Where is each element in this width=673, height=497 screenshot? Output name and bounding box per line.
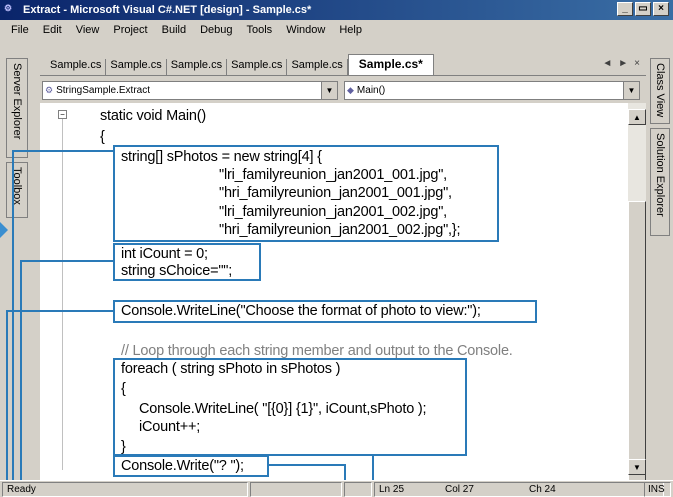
callout-line xyxy=(12,150,114,152)
code-line: { xyxy=(100,129,105,145)
vertical-scrollbar[interactable]: ▲ ▼ xyxy=(628,103,646,497)
callout-line xyxy=(20,260,114,262)
code-comment: // Loop through each string member and o… xyxy=(121,343,513,359)
doc-tab[interactable]: Sample.cs xyxy=(287,59,348,75)
tab-scroll-left-icon[interactable]: ◄ xyxy=(602,58,612,69)
document-tab-strip: Sample.cs Sample.cs Sample.cs Sample.cs … xyxy=(40,54,646,76)
status-mode: INS xyxy=(644,482,671,497)
solution-explorer-tab[interactable]: Solution Explorer xyxy=(650,128,670,236)
scroll-down-icon[interactable]: ▼ xyxy=(628,459,646,475)
status-ch: Ch 24 xyxy=(529,484,556,495)
member-selector-value: Main() xyxy=(356,85,386,96)
status-ready: Ready xyxy=(2,482,248,497)
code-line: static void Main() xyxy=(100,108,206,124)
right-dock: Class View Solution Explorer xyxy=(648,54,673,480)
menu-build[interactable]: Build xyxy=(155,24,193,36)
title-bar: ⚙ Extract - Microsoft Visual C#.NET [des… xyxy=(0,0,673,20)
doc-tab-active[interactable]: Sample.cs* xyxy=(347,54,434,75)
member-selector[interactable]: ◆ Main() ▼ xyxy=(344,81,640,100)
status-bar: Ready Ln 25 Col 27 Ch 24 INS xyxy=(0,480,673,497)
menu-help[interactable]: Help xyxy=(332,24,369,36)
class-icon: ⚙ xyxy=(45,85,54,95)
status-line: Ln 25 xyxy=(379,484,405,495)
maximize-button[interactable]: ▭ xyxy=(635,2,651,16)
class-view-tab[interactable]: Class View xyxy=(650,58,670,124)
method-icon: ◆ xyxy=(347,85,354,95)
doc-tab[interactable]: Sample.cs xyxy=(46,59,107,75)
highlight-writeline xyxy=(113,300,537,323)
server-explorer-tab[interactable]: Server Explorer xyxy=(6,58,28,158)
menu-bar: File Edit View Project Build Debug Tools… xyxy=(0,20,673,40)
callout-line xyxy=(268,464,346,466)
window-title: Extract - Microsoft Visual C#.NET [desig… xyxy=(23,4,312,16)
navigation-bar: ⚙ StringSample.Extract ▼ ◆ Main() ▼ xyxy=(40,78,646,102)
class-selector-value: StringSample.Extract xyxy=(56,85,151,96)
callout-line xyxy=(20,260,22,480)
close-button[interactable]: × xyxy=(653,2,669,16)
highlight-foreach-loop xyxy=(113,358,467,456)
callout-line xyxy=(12,150,14,480)
highlight-array-declaration xyxy=(113,145,499,242)
doc-tab[interactable]: Sample.cs xyxy=(227,59,288,75)
outline-gutter-line xyxy=(62,110,63,470)
collapse-toggle[interactable]: − xyxy=(58,110,67,119)
callout-line xyxy=(6,310,8,480)
scroll-up-icon[interactable]: ▲ xyxy=(628,109,646,125)
menu-project[interactable]: Project xyxy=(106,24,154,36)
menu-tools[interactable]: Tools xyxy=(240,24,280,36)
callout-line xyxy=(6,310,114,312)
menu-window[interactable]: Window xyxy=(279,24,332,36)
chevron-down-icon[interactable]: ▼ xyxy=(321,82,337,99)
menu-debug[interactable]: Debug xyxy=(193,24,239,36)
menu-file[interactable]: File xyxy=(4,24,36,36)
callout-arrow-icon xyxy=(0,222,8,238)
doc-tab[interactable]: Sample.cs xyxy=(167,59,228,75)
minimize-button[interactable]: _ xyxy=(617,2,633,16)
tab-scroll-right-icon[interactable]: ► xyxy=(618,58,628,69)
doc-tab[interactable]: Sample.cs xyxy=(106,59,167,75)
status-panel-empty xyxy=(250,482,342,497)
class-selector[interactable]: ⚙ StringSample.Extract ▼ xyxy=(42,81,338,100)
highlight-variable-declarations xyxy=(113,243,261,281)
close-document-icon[interactable]: × xyxy=(634,58,640,69)
toolbox-tab[interactable]: Toolbox xyxy=(6,162,28,218)
scroll-thumb[interactable] xyxy=(628,201,646,497)
highlight-console-write xyxy=(113,455,269,477)
status-col: Col 27 xyxy=(445,484,474,495)
menu-view[interactable]: View xyxy=(69,24,107,36)
status-position: Ln 25 Col 27 Ch 24 xyxy=(374,482,664,497)
chevron-down-icon[interactable]: ▼ xyxy=(623,82,639,99)
status-panel-empty xyxy=(344,482,372,497)
menu-edit[interactable]: Edit xyxy=(36,24,69,36)
vs-app-icon[interactable]: ⚙ xyxy=(4,3,20,17)
